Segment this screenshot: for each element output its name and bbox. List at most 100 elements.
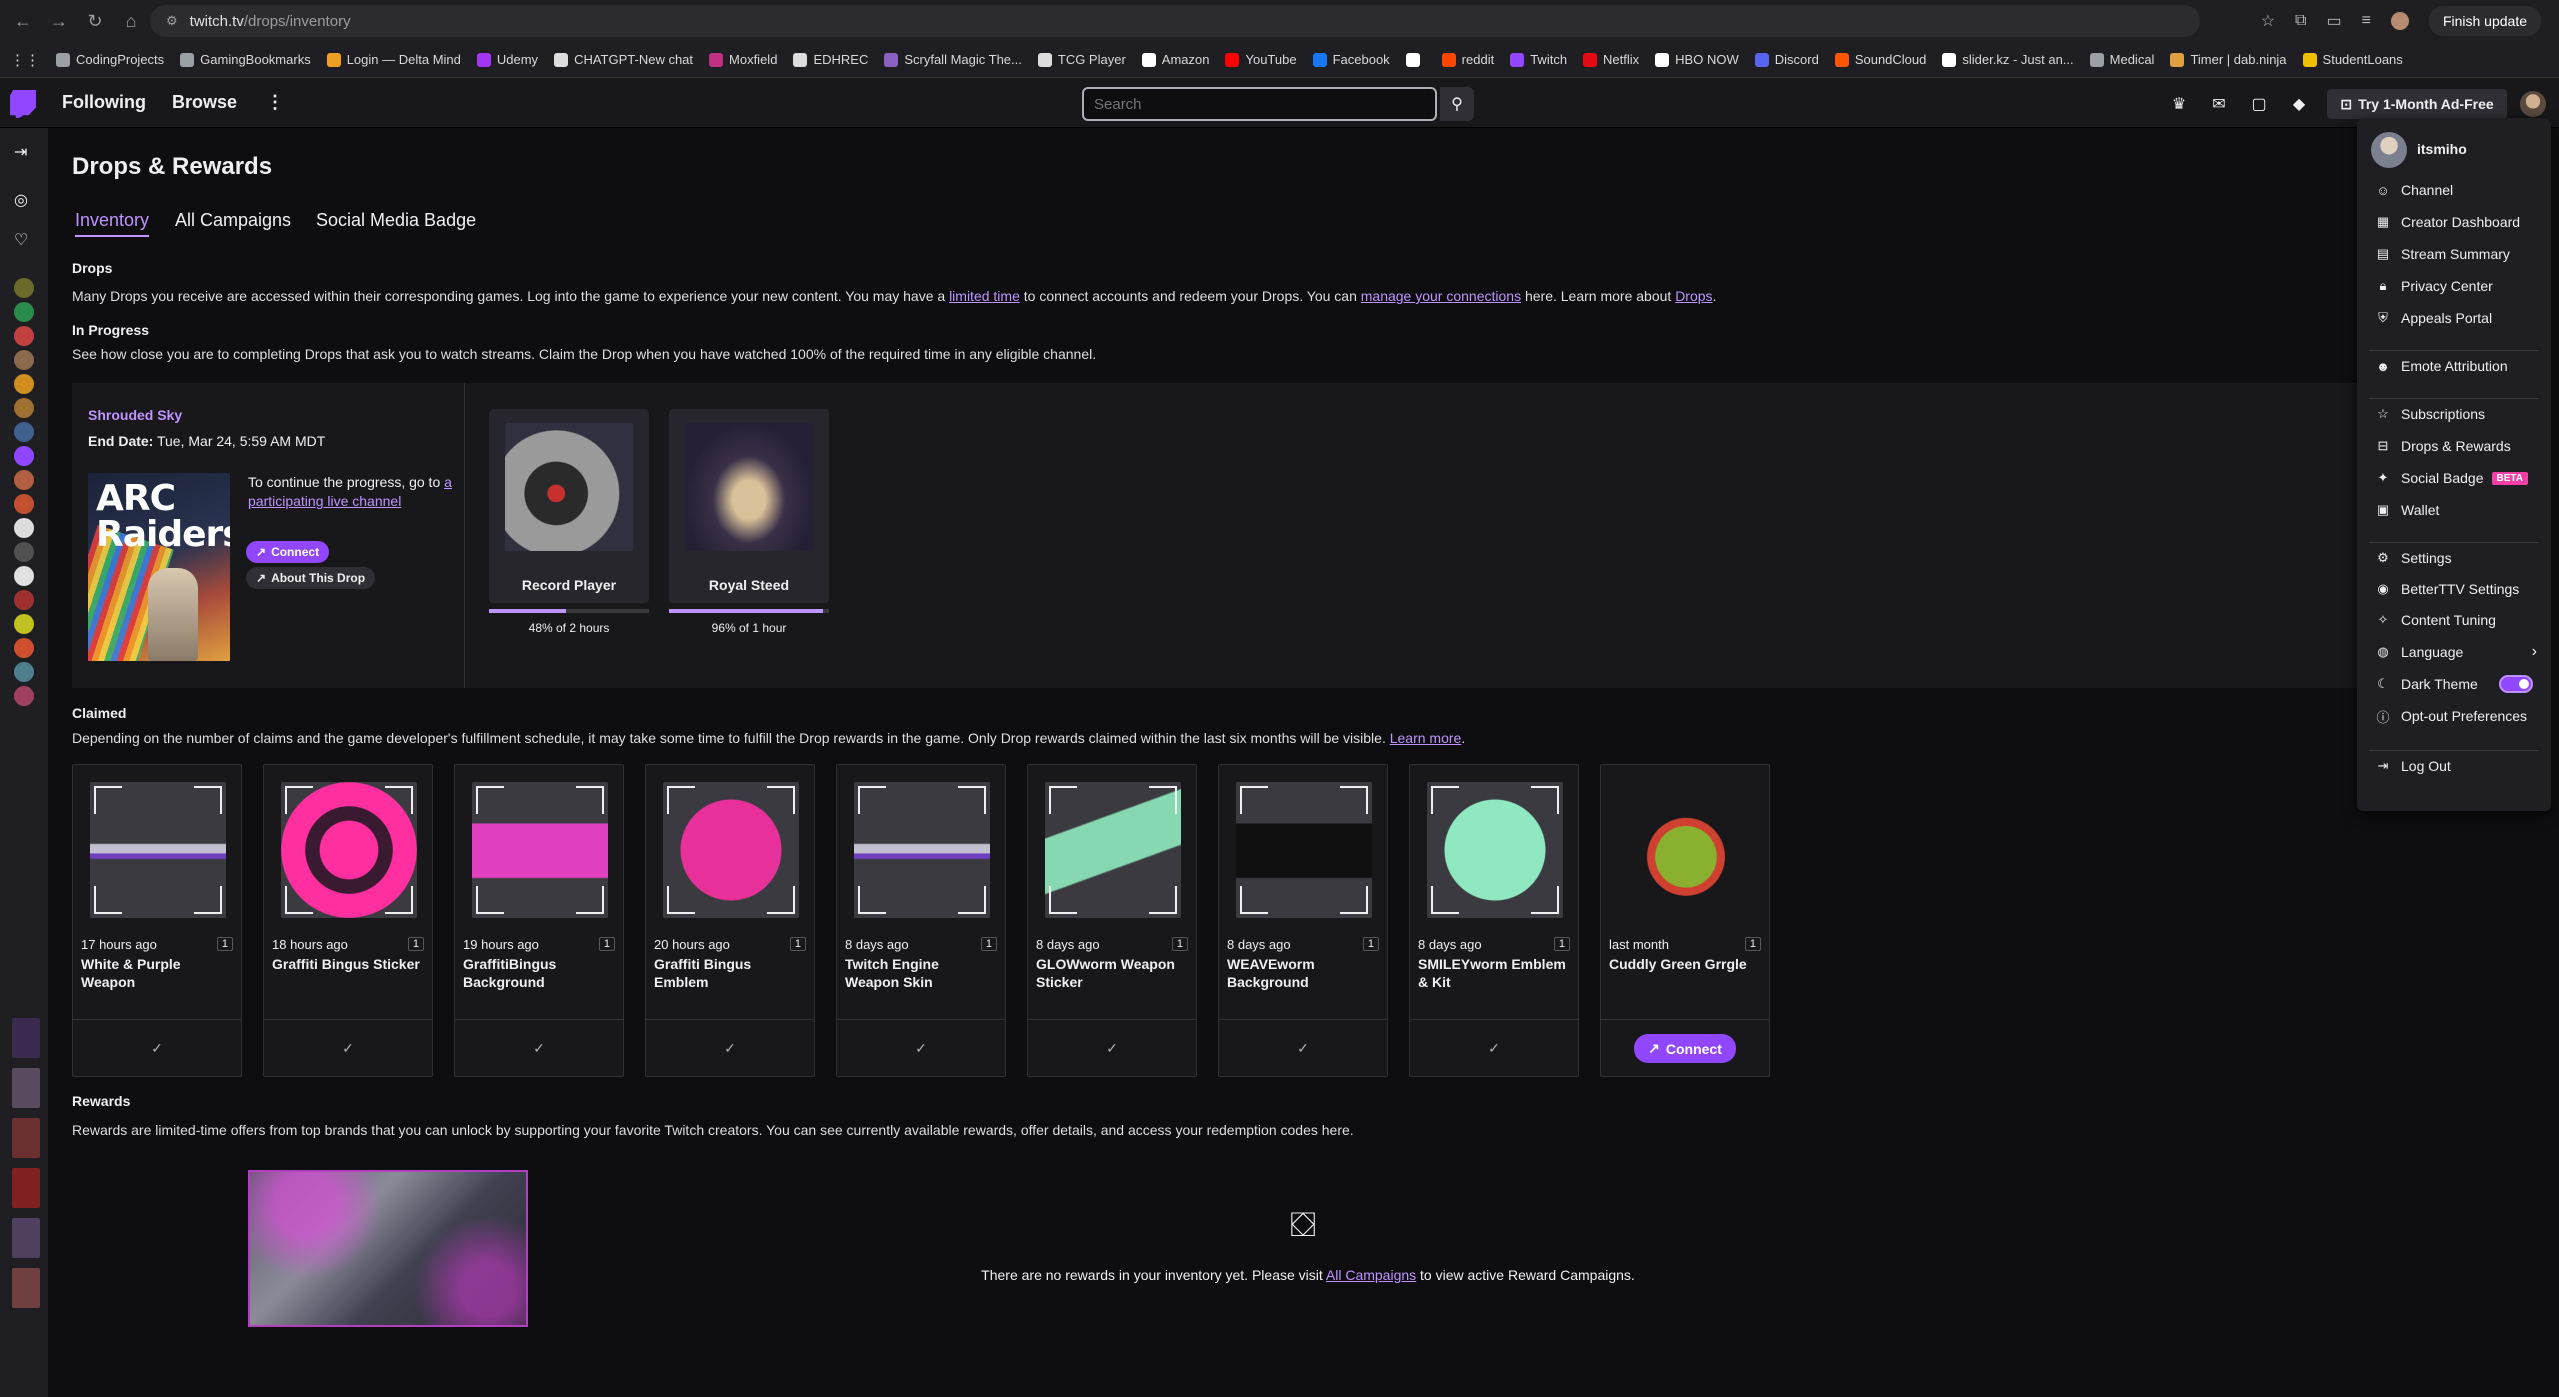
limited-time-link[interactable]: limited time bbox=[949, 288, 1020, 304]
bookmark-item[interactable]: Udemy bbox=[476, 52, 538, 67]
followed-channel-avatar[interactable] bbox=[14, 638, 34, 658]
menu-item-opt-out-preferences[interactable]: ⓘ Opt-out Preferences bbox=[2363, 702, 2545, 730]
recommended-category-thumbnail[interactable] bbox=[12, 1018, 40, 1058]
followed-channel-avatar[interactable] bbox=[14, 422, 34, 442]
campaign-connect-button[interactable]: ↗ Connect bbox=[246, 541, 330, 563]
followed-channel-avatar[interactable] bbox=[14, 566, 34, 586]
bookmark-item[interactable]: Netflix bbox=[1583, 52, 1639, 67]
tab-search-icon[interactable]: ≡ bbox=[2362, 12, 2371, 30]
campaign-name[interactable]: Shrouded Sky bbox=[88, 407, 182, 423]
followed-channel-avatar[interactable] bbox=[14, 686, 34, 706]
bookmark-item[interactable]: Medical bbox=[2089, 52, 2154, 67]
bookmark-item[interactable]: Scryfall Magic The... bbox=[884, 52, 1022, 67]
twitch-logo-icon[interactable] bbox=[10, 90, 36, 118]
bookmark-item[interactable]: GamingBookmarks bbox=[180, 52, 311, 67]
menu-item-social-badge[interactable]: ✦ Social Badge BETA bbox=[2363, 464, 2545, 492]
bookmark-item[interactable]: EDHREC bbox=[793, 52, 868, 67]
followed-channel-avatar[interactable] bbox=[14, 518, 34, 538]
reload-icon[interactable]: ↻ bbox=[82, 8, 108, 34]
followed-channel-avatar[interactable] bbox=[14, 278, 34, 298]
bookmark-item[interactable]: StudentLoans bbox=[2302, 52, 2403, 67]
inbox-icon[interactable]: ✉ bbox=[2209, 94, 2229, 114]
followed-channel-avatar[interactable] bbox=[14, 302, 34, 322]
bookmark-item[interactable]: Timer | dab.ninja bbox=[2170, 52, 2287, 67]
bookmark-item[interactable]: Moxfield bbox=[709, 52, 777, 67]
menu-item-appeals-portal[interactable]: ⛨ Appeals Portal bbox=[2363, 304, 2545, 332]
back-icon[interactable]: ← bbox=[10, 8, 36, 34]
site-info-icon[interactable]: ⚙ bbox=[166, 13, 178, 29]
bookmark-item[interactable]: TCG Player bbox=[1037, 52, 1126, 67]
finish-update-button[interactable]: Finish update bbox=[2428, 6, 2541, 36]
followed-channel-avatar[interactable] bbox=[14, 542, 34, 562]
more-icon[interactable]: ⋮ bbox=[266, 92, 284, 113]
menu-item-dark-theme[interactable]: ☾ Dark Theme bbox=[2363, 670, 2545, 698]
followed-channel-avatar[interactable] bbox=[14, 470, 34, 490]
learn-more-link[interactable]: Learn more bbox=[1390, 730, 1462, 746]
game-box-art[interactable]: ARC Raiders bbox=[88, 473, 230, 661]
menu-item-betterttv-settings[interactable]: ◉ BetterTTV Settings bbox=[2363, 575, 2545, 603]
extensions-icon[interactable]: ⧉ bbox=[2295, 12, 2306, 30]
bits-icon[interactable]: ◆ bbox=[2289, 94, 2309, 114]
tab-inventory[interactable]: Inventory bbox=[75, 210, 150, 237]
recommended-category-thumbnail[interactable] bbox=[12, 1118, 40, 1158]
all-campaigns-link[interactable]: All Campaigns bbox=[1326, 1267, 1416, 1283]
stream-preview-thumbnail[interactable] bbox=[248, 1170, 528, 1327]
recommended-category-thumbnail[interactable] bbox=[12, 1068, 40, 1108]
followed-channel-avatar[interactable] bbox=[14, 590, 34, 610]
manage-connections-link[interactable]: manage your connections bbox=[1361, 288, 1521, 304]
tab-all-campaigns[interactable]: All Campaigns bbox=[175, 210, 291, 231]
menu-item-log-out[interactable]: ⇥ Log Out bbox=[2363, 752, 2545, 780]
user-avatar[interactable] bbox=[2520, 91, 2546, 117]
address-bar[interactable]: ⚙ twitch.tv/drops/inventory bbox=[150, 5, 2200, 37]
recommended-category-thumbnail[interactable] bbox=[12, 1218, 40, 1258]
bookmark-item[interactable]: Amazon bbox=[1141, 52, 1209, 67]
menu-item-settings[interactable]: ⚙ Settings bbox=[2363, 544, 2545, 572]
menu-item-wallet[interactable]: ▣ Wallet bbox=[2363, 496, 2545, 524]
ad-free-button[interactable]: ⊡ Try 1-Month Ad-Free bbox=[2327, 89, 2507, 119]
menu-item-privacy-center[interactable]: 🔒︎ Privacy Center bbox=[2363, 272, 2545, 300]
dark-theme-toggle[interactable] bbox=[2499, 675, 2533, 693]
search-icon[interactable]: ⚲ bbox=[1440, 87, 1474, 121]
bookmark-item[interactable]: CHATGPT-New chat bbox=[554, 52, 693, 67]
profile-avatar[interactable] bbox=[2390, 12, 2409, 30]
followed-channel-avatar[interactable] bbox=[14, 446, 34, 466]
bookmark-item[interactable]: slider.kz - Just an... bbox=[1942, 52, 2074, 67]
about-this-drop-button[interactable]: ↗ About This Drop bbox=[246, 567, 376, 589]
menu-item-content-tuning[interactable]: ✧ Content Tuning bbox=[2363, 606, 2545, 634]
whispers-icon[interactable]: ▢ bbox=[2249, 94, 2269, 114]
bookmark-item[interactable]: Login — Delta Mind bbox=[326, 52, 461, 67]
followed-channel-avatar[interactable] bbox=[14, 614, 34, 634]
followed-channel-avatar[interactable] bbox=[14, 374, 34, 394]
prime-crown-icon[interactable]: ♛ bbox=[2169, 94, 2189, 114]
bookmark-item[interactable]: Discord bbox=[1754, 52, 1819, 67]
tab-social-media-badge[interactable]: Social Media Badge bbox=[316, 210, 476, 231]
followed-channel-avatar[interactable] bbox=[14, 350, 34, 370]
followed-channel-avatar[interactable] bbox=[14, 398, 34, 418]
claim-connect-button[interactable]: ↗ Connect bbox=[1634, 1034, 1736, 1063]
bookmark-item[interactable] bbox=[1405, 52, 1426, 67]
bookmark-item[interactable]: Facebook bbox=[1312, 52, 1390, 67]
menu-item-creator-dashboard[interactable]: ▦ Creator Dashboard bbox=[2363, 208, 2545, 236]
home-icon[interactable]: ⌂ bbox=[118, 8, 144, 34]
cast-icon[interactable]: ▭ bbox=[2326, 11, 2341, 31]
apps-icon[interactable]: ⋮⋮ bbox=[10, 51, 40, 69]
following-link[interactable]: Following bbox=[62, 92, 146, 113]
menu-item-stream-summary[interactable]: ▤ Stream Summary bbox=[2363, 240, 2545, 268]
menu-item-language[interactable]: ◍ Language › bbox=[2363, 638, 2545, 666]
bookmark-star-icon[interactable]: ☆ bbox=[2261, 11, 2275, 31]
followed-channel-avatar[interactable] bbox=[14, 326, 34, 346]
bookmark-item[interactable]: CodingProjects bbox=[56, 52, 164, 67]
drops-link[interactable]: Drops bbox=[1675, 288, 1712, 304]
menu-item-drops-rewards[interactable]: ⊟ Drops & Rewards bbox=[2363, 432, 2545, 460]
bookmark-item[interactable]: reddit bbox=[1441, 52, 1494, 67]
bookmark-item[interactable]: HBO NOW bbox=[1655, 52, 1739, 67]
search-input[interactable] bbox=[1082, 87, 1437, 121]
followed-channel-avatar[interactable] bbox=[14, 494, 34, 514]
menu-item-emote-attribution[interactable]: ☻ Emote Attribution bbox=[2363, 352, 2545, 380]
forward-icon[interactable]: → bbox=[46, 8, 72, 34]
bookmark-item[interactable]: SoundCloud bbox=[1834, 52, 1926, 67]
expand-rail-icon[interactable]: ⇥ bbox=[14, 142, 27, 162]
menu-item-channel[interactable]: ☺ Channel bbox=[2363, 176, 2545, 204]
menu-item-subscriptions[interactable]: ☆ Subscriptions bbox=[2363, 400, 2545, 428]
recommended-category-thumbnail[interactable] bbox=[12, 1168, 40, 1208]
